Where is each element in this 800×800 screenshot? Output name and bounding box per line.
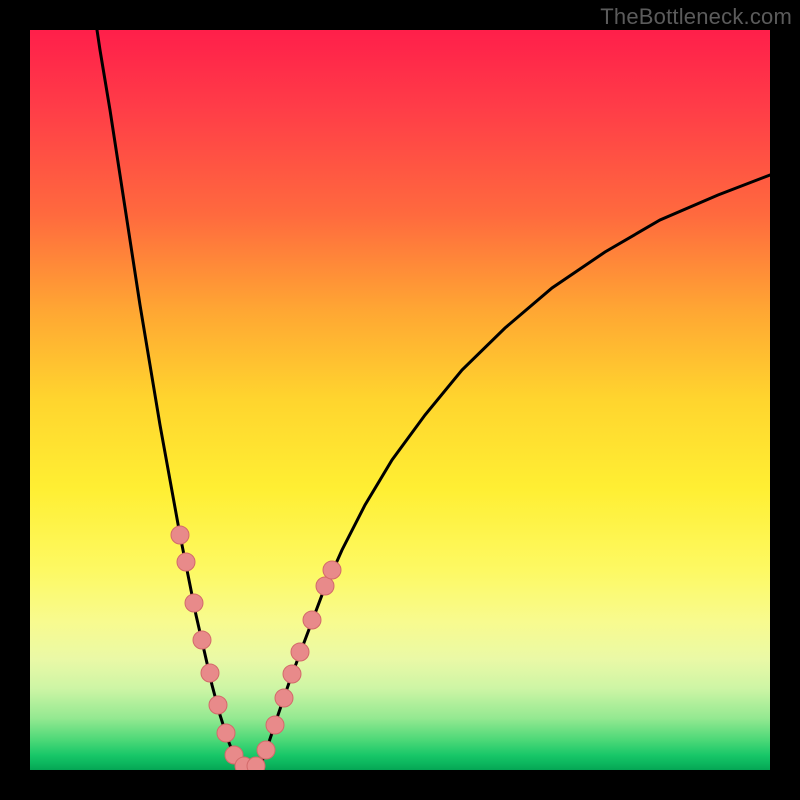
data-marker [323,561,341,579]
data-marker [247,757,265,770]
data-marker [303,611,321,629]
curve-layer [30,30,770,770]
data-marker [171,526,189,544]
chart-frame: TheBottleneck.com [0,0,800,800]
data-marker [185,594,203,612]
data-marker [201,664,219,682]
data-marker [291,643,309,661]
data-marker [209,696,227,714]
data-marker [217,724,235,742]
right-curve [260,175,770,767]
data-marker [283,665,301,683]
marker-group [171,526,341,770]
data-marker [275,689,293,707]
data-marker [257,741,275,759]
left-curve [94,30,240,767]
data-marker [316,577,334,595]
plot-area [30,30,770,770]
data-marker [266,716,284,734]
data-marker [177,553,195,571]
data-marker [193,631,211,649]
watermark-text: TheBottleneck.com [600,4,792,30]
